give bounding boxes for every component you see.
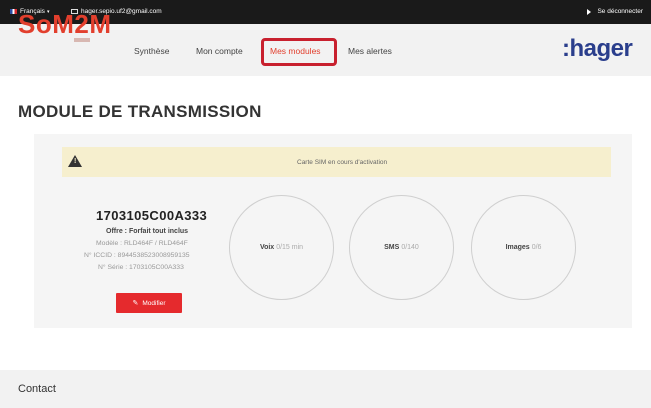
modify-button[interactable]: ✎ Modifier — [116, 293, 182, 313]
pencil-icon: ✎ — [132, 300, 139, 307]
usage-label: SMS — [384, 244, 400, 251]
alert-text: Carte SIM en cours d'activation — [297, 159, 388, 166]
usage-circle-voix: Voix 0/15 min — [229, 195, 334, 300]
nav-item-synthese[interactable]: Synthèse — [134, 46, 169, 56]
usage-value: 0/6 — [531, 244, 542, 251]
logout-icon — [587, 8, 592, 15]
page-title: MODULE DE TRANSMISSION — [18, 102, 262, 121]
hager-logo: :hager — [562, 35, 633, 62]
highlight-box — [261, 38, 337, 66]
usage-circle-sms: SMS 0/140 — [349, 195, 454, 300]
som2m-logo[interactable]: SoM2M — [18, 9, 112, 40]
page: Français ▾ hager.sepio.uf2@gmail.com Se … — [0, 0, 651, 408]
logout-label: Se déconnecter — [597, 8, 643, 15]
module-serie: N° Série : 1703105C00A333 — [98, 264, 184, 271]
module-offre: Offre : Forfait tout inclus — [106, 228, 189, 235]
flag-france-icon — [10, 9, 17, 14]
contact-heading: Contact — [18, 383, 56, 395]
usage-value: 0/140 — [401, 244, 419, 251]
module-id: 1703105C00A333 — [96, 208, 208, 223]
nav-item-mon-compte[interactable]: Mon compte — [196, 46, 243, 56]
usage-label: Images — [505, 244, 530, 251]
modify-button-label: Modifier — [142, 299, 166, 307]
usage-label: Voix — [259, 244, 275, 251]
module-iccid: N° ICCID : 8944538523008959135 — [84, 252, 190, 259]
nav-item-mes-alertes[interactable]: Mes alertes — [348, 46, 392, 56]
warning-icon — [68, 155, 82, 167]
usage-value: 0/15 min — [276, 244, 304, 251]
logout-link[interactable]: Se déconnecter — [587, 8, 643, 15]
logo-tagline — [74, 38, 90, 42]
module-modele: Modèle : RLD464F / RLD464F — [96, 240, 188, 247]
contact-section — [0, 370, 651, 408]
usage-circle-images: Images 0/6 — [471, 195, 576, 300]
